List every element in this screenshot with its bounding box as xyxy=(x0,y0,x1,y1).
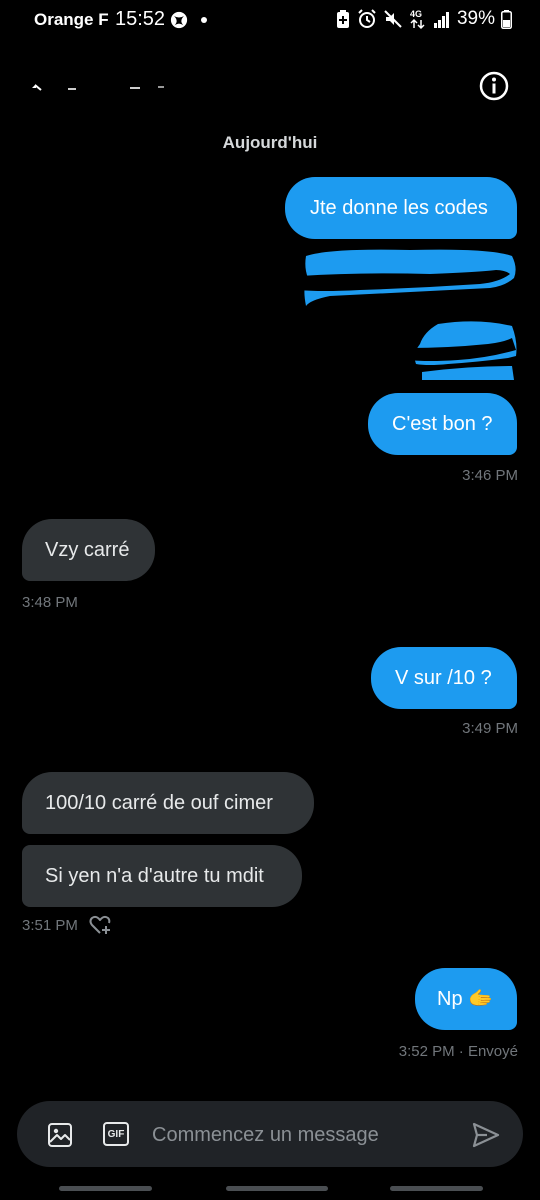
image-icon[interactable] xyxy=(47,1122,73,1148)
message-text: C'est bon ? xyxy=(392,413,493,435)
message-timestamp: 3:46 PM xyxy=(462,467,518,484)
message-bubble-sent[interactable]: C'est bon ? xyxy=(368,393,517,455)
signal-icon xyxy=(433,12,449,28)
message-bubble-received[interactable]: Si yen n'a d'autre tu mdit xyxy=(22,845,302,907)
message-text: Jte donne les codes xyxy=(310,197,488,219)
info-icon[interactable] xyxy=(478,70,510,102)
notification-dot-icon xyxy=(201,17,207,23)
message-timestamp: 3:52 PM · Envoyé xyxy=(398,1043,518,1060)
redacted-contact-name xyxy=(68,86,164,90)
message-text: Np 🫱 xyxy=(437,988,494,1010)
message-bubble-sent[interactable]: V sur /10 ? xyxy=(371,647,517,709)
send-icon[interactable] xyxy=(471,1120,501,1150)
network-4g-icon: 4G xyxy=(410,9,425,30)
mute-icon xyxy=(384,10,402,28)
svg-text:4G: 4G xyxy=(410,9,422,19)
nav-home-handle[interactable] xyxy=(226,1186,328,1191)
message-timestamp: 3:51 PM xyxy=(22,917,78,934)
nav-back-handle[interactable] xyxy=(390,1186,483,1191)
gif-icon[interactable]: GIF xyxy=(103,1122,129,1146)
message-text: Si yen n'a d'autre tu mdit xyxy=(45,865,264,887)
date-divider: Aujourd'hui xyxy=(222,133,318,152)
status-time: 15:52 xyxy=(115,8,166,30)
carrier-name: Orange F xyxy=(34,10,109,29)
message-text: V sur /10 ? xyxy=(395,667,492,689)
status-bar: Orange F 15:52 4G 39% xyxy=(0,0,540,40)
redacted-message-bubble xyxy=(408,321,517,380)
message-input[interactable] xyxy=(150,1119,454,1151)
message-timestamp: 3:49 PM xyxy=(462,720,518,737)
message-text: 100/10 carré de ouf cimer xyxy=(45,792,273,814)
nav-recents-handle[interactable] xyxy=(59,1186,152,1191)
gif-label: GIF xyxy=(107,1128,125,1140)
message-text: Vzy carré xyxy=(45,539,130,561)
message-timestamp: 3:48 PM xyxy=(22,594,78,611)
redacted-message-bubble xyxy=(300,249,516,306)
battery-icon xyxy=(501,10,512,29)
react-heart-icon[interactable] xyxy=(88,913,112,937)
status-icons: 4G 39% xyxy=(335,8,512,30)
message-bubble-received[interactable]: Vzy carré xyxy=(22,519,155,581)
message-bubble-sent[interactable]: Np 🫱 xyxy=(415,968,517,1030)
message-composer: GIF xyxy=(17,1101,523,1167)
battery-percent: 39% xyxy=(456,8,495,29)
xbox-icon xyxy=(170,11,188,29)
battery-saver-icon xyxy=(336,10,349,28)
message-bubble-sent[interactable]: Jte donne les codes xyxy=(285,177,517,239)
message-bubble-received[interactable]: 100/10 carré de ouf cimer xyxy=(22,772,314,834)
conversation-header xyxy=(0,58,540,114)
back-arrow-icon[interactable] xyxy=(30,80,54,104)
alarm-icon xyxy=(358,9,376,28)
